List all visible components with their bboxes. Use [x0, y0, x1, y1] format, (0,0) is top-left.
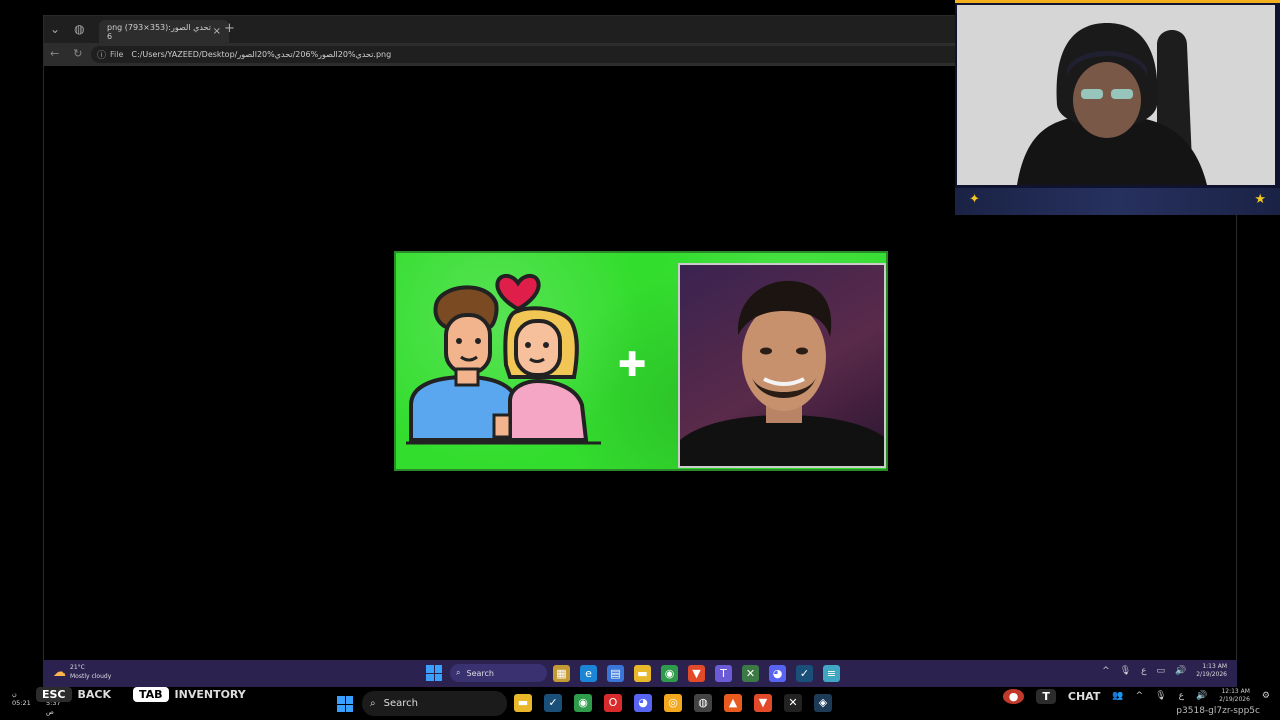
recording-frame: ⌄ ◍ png (793×353):تحدي الصور 6 × + ← ↻ ⓘ…	[0, 0, 1280, 720]
search-icon: ⌕	[370, 698, 376, 709]
new-tab-button[interactable]: +	[224, 21, 235, 36]
lightning-badge-icon: ✦	[969, 192, 980, 207]
chat-key: T	[1036, 688, 1056, 704]
webcam-feed	[957, 5, 1275, 185]
windows-start-icon[interactable]	[426, 665, 442, 681]
volume-icon[interactable]: 🔊	[1175, 666, 1186, 676]
webcam-frame-bar: ✦ ★	[955, 188, 1280, 215]
clock-date: 2/19/2026	[1219, 696, 1250, 703]
url-text[interactable]: C:/Users/YAZEED/Desktop/تحدي%20الصور%206…	[131, 50, 391, 59]
chrome-icon[interactable]: ◉	[661, 665, 678, 682]
back-arrow-icon[interactable]: ←	[50, 47, 59, 60]
weather-description: Mostly cloudy	[70, 673, 112, 680]
steam-icon[interactable]: ✓	[544, 694, 562, 712]
brave-icon[interactable]: ▼	[688, 665, 705, 682]
system-tray: ^ 🎙 ع ▭ 🔊 1:13 AM 2/19/2026	[1102, 663, 1227, 679]
tab-key: TAB	[133, 687, 169, 702]
session-code: p3518-gl7zr-spp5c	[1176, 706, 1260, 716]
search-icon: ⌕	[456, 668, 461, 677]
folder-icon[interactable]: ▬	[634, 665, 651, 682]
clock-line-2: 05:21	[12, 699, 31, 707]
store-icon[interactable]: ▤	[607, 665, 624, 682]
tray-chevron-icon[interactable]: ^	[1102, 666, 1110, 676]
browser-tab[interactable]: png (793×353):تحدي الصور 6 ×	[99, 20, 229, 43]
network-icon[interactable]: ▭	[1157, 666, 1166, 676]
search-label: Search	[466, 668, 494, 678]
weather-widget[interactable]: ☁ 21°C Mostly cloudy	[53, 663, 111, 681]
clock-time: 1:13 AM	[1202, 663, 1227, 670]
app-icon[interactable]: ◎	[664, 694, 682, 712]
couple-illustration	[406, 273, 601, 445]
volume-icon[interactable]: 🔊	[1196, 691, 1207, 701]
portrait-photo	[678, 263, 886, 468]
record-indicator-icon: ●	[1002, 688, 1025, 704]
esc-back-hint: ESC BACK	[36, 687, 111, 702]
brave-icon[interactable]: ▼	[754, 694, 772, 712]
microphone-icon[interactable]: 🎙	[1155, 691, 1166, 701]
chat-label: CHAT	[1067, 689, 1101, 703]
capcut-icon[interactable]: ✕	[784, 694, 802, 712]
captured-taskbar: ☁ 21°C Mostly cloudy ⌕ Search ▦ e ▤ ▬ ◉ …	[43, 660, 1237, 687]
language-indicator[interactable]: ع	[1179, 691, 1184, 701]
tab-list-chevron-icon[interactable]: ⌄	[50, 22, 60, 36]
xbox-icon[interactable]: ✕	[742, 665, 759, 682]
url-scheme-label: File	[110, 50, 124, 59]
streamer-silhouette	[957, 5, 1275, 185]
host-pinned-apps: ▬ ✓ ◉ O ◕ ◎ ◍ ▲ ▼ ✕ ◈	[514, 694, 832, 712]
settings-gear-icon[interactable]: ⚙	[1262, 691, 1270, 701]
globe-icon: ◍	[74, 22, 85, 36]
webcam-overlay: ✦ ★	[955, 0, 1280, 215]
portrait-figure	[680, 280, 884, 466]
cloudy-weather-icon: ☁	[53, 664, 66, 680]
pinned-apps: ▦ e ▤ ▬ ◉ ▼ T ✕ ◕ ✓ ≡	[553, 665, 840, 682]
inventory-label: INVENTORY	[174, 688, 246, 701]
discord-icon[interactable]: ◕	[769, 665, 786, 682]
search-label: Search	[383, 698, 418, 709]
plus-sign-icon: ✚	[618, 345, 647, 385]
host-system-tray: ● T CHAT 👥 ^ 🎙 ع 🔊 12:13 AM 2/19/2026 ⚙	[1002, 688, 1270, 704]
people-icon[interactable]: 👥	[1112, 691, 1123, 701]
reload-icon[interactable]: ↻	[73, 47, 82, 60]
edge-icon[interactable]: e	[580, 665, 597, 682]
host-taskbar: ن 05:21 5:37 ص ESC BACK TAB INVENTORY ⌕ …	[0, 687, 1280, 720]
discord-icon[interactable]: ◕	[634, 694, 652, 712]
teams-icon[interactable]: T	[715, 665, 732, 682]
affinity-icon[interactable]: ▲	[724, 694, 742, 712]
tray-chevron-icon[interactable]: ^	[1136, 691, 1144, 701]
tab-inventory-hint: TAB INVENTORY	[133, 687, 246, 702]
taskbar-clock[interactable]: 1:13 AM 2/19/2026	[1196, 663, 1227, 679]
back-label: BACK	[77, 688, 112, 701]
chrome-icon[interactable]: ◉	[574, 694, 592, 712]
steam-icon[interactable]: ✓	[796, 665, 813, 682]
host-search-box[interactable]: ⌕ Search	[362, 691, 507, 716]
weather-temp: 21°C	[70, 664, 85, 671]
clock-date: 2/19/2026	[1196, 671, 1227, 678]
star-icon: ★	[1254, 192, 1266, 207]
microphone-icon[interactable]: 🎙	[1120, 666, 1131, 676]
tab-close-icon[interactable]: ×	[213, 26, 221, 37]
info-icon[interactable]: ⓘ	[97, 48, 106, 61]
notepad-icon[interactable]: ≡	[823, 665, 840, 682]
host-clock[interactable]: 12:13 AM 2/19/2026	[1219, 688, 1250, 704]
widget-thumbnail-icon[interactable]: ▦	[553, 665, 570, 682]
taskbar-search-box[interactable]: ⌕ Search	[450, 664, 547, 682]
prayer-clock: ن 05:21 5:37 ص	[12, 690, 61, 716]
clock-time: 12:13 AM	[1221, 688, 1250, 695]
displayed-image: ✚	[394, 251, 888, 471]
tab-title: png (793×353):تحدي الصور 6	[107, 22, 211, 41]
clock-line-1: ن	[12, 690, 17, 698]
windows-start-icon[interactable]	[337, 696, 353, 712]
davinci-icon[interactable]: ◈	[814, 694, 832, 712]
opera-icon[interactable]: O	[604, 694, 622, 712]
address-bar[interactable]: ⓘ File C:/Users/YAZEED/Desktop/تحدي%20ال…	[91, 46, 961, 63]
language-indicator[interactable]: ع	[1141, 666, 1146, 676]
esc-key: ESC	[36, 687, 72, 702]
folder-icon[interactable]: ▬	[514, 694, 532, 712]
obs-icon[interactable]: ◍	[694, 694, 712, 712]
